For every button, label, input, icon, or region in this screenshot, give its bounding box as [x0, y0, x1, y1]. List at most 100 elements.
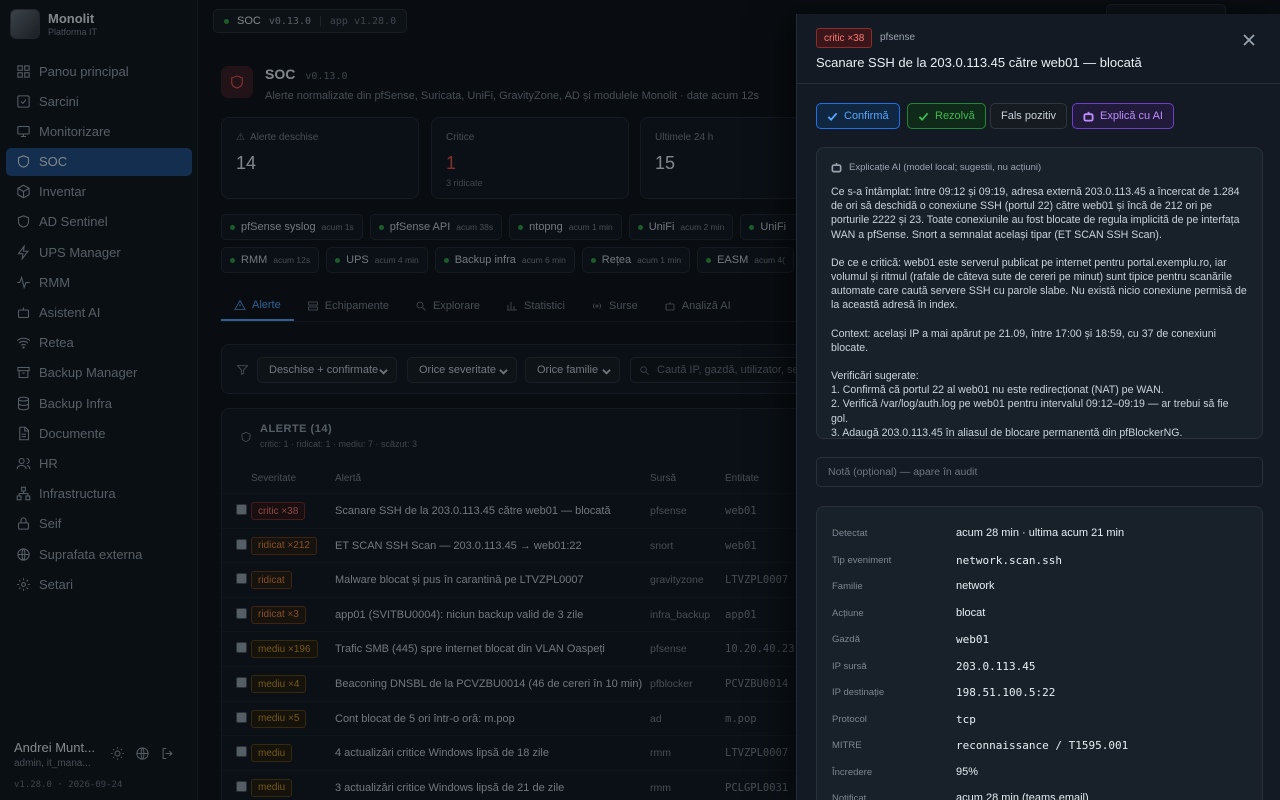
status-dot — [224, 18, 229, 24]
metadata-key: Protocol — [832, 713, 867, 725]
language-globe-icon[interactable] — [135, 746, 150, 764]
note-input[interactable]: Notă (opțional) — apare în audit — [816, 457, 1263, 487]
family-select[interactable]: Orice familie — [525, 357, 620, 383]
theme-toggle-icon[interactable] — [110, 746, 125, 764]
explain-ai-button[interactable]: Explică cu AI — [1072, 103, 1174, 129]
stat-open-alerts[interactable]: ⚠ Alerte deschise 14 — [221, 117, 419, 199]
metadata-value: acum 28 min · ultima acum 21 min — [956, 527, 1125, 539]
sidebar-item-retea[interactable]: Retea — [6, 329, 192, 357]
row-checkbox[interactable] — [236, 711, 247, 723]
metadata-key: IP sursă — [832, 660, 867, 672]
sidebar-item-soc[interactable]: SOC — [6, 147, 192, 176]
column-header-source[interactable]: Sursă — [650, 473, 676, 484]
severity-select[interactable]: Orice severitate — [407, 357, 517, 383]
tab-alerte[interactable]: Alerte — [221, 290, 294, 321]
source-chip[interactable]: EASM acum 4( — [697, 247, 794, 273]
source-chip[interactable]: Rețea acum 1 min — [581, 247, 691, 273]
brand[interactable]: Monolit Platforma IT — [10, 9, 97, 39]
sidebar-item-sarcini[interactable]: Sarcini — [6, 87, 192, 115]
table-row[interactable]: mediu 3 actualizări critice Windows lips… — [222, 769, 822, 800]
table-row[interactable]: mediu 4 actualizări critice Windows lips… — [222, 735, 822, 770]
sidebar-item-ad-sentinel[interactable]: AD Sentinel — [6, 208, 192, 236]
sidebar-item-monitorizare[interactable]: Monitorizare — [6, 117, 192, 145]
sidebar-item-setari[interactable]: Setari — [6, 570, 192, 598]
tab-analiză-ai[interactable]: Analiză AI — [651, 290, 744, 321]
source-chip[interactable]: pfSense API acum 38s — [369, 214, 503, 240]
metadata-value: reconnaissance / T1595.001 — [956, 739, 1129, 752]
page-description: Alerte normalizate din pfSense, Suricata… — [265, 90, 760, 102]
sidebar-item-panou-principal[interactable]: Panou principal — [6, 57, 192, 85]
broadcast-icon — [593, 302, 601, 309]
source-chip[interactable]: UniFi acum 2 min — [628, 214, 734, 240]
status-select[interactable]: Deschise + confirmate — [257, 357, 397, 383]
resolve-button[interactable]: Rezolvă — [907, 103, 986, 129]
sidebar-item-backup-infra[interactable]: Backup Infra — [6, 389, 192, 417]
sidebar-item-inventar[interactable]: Inventar — [6, 178, 192, 206]
metadata-row: Detectat acum 28 min · ultima acum 21 mi… — [817, 521, 1264, 548]
logout-icon[interactable] — [160, 746, 175, 764]
tab-explorare[interactable]: Explorare — [402, 290, 493, 321]
tab-label: Statistici — [524, 299, 566, 312]
page-title: SOC — [265, 66, 296, 82]
stat-critical[interactable]: Critice 1 3 ridicate — [431, 117, 629, 199]
column-header-alert[interactable]: Alertă — [335, 473, 361, 484]
status-dot — [378, 224, 384, 230]
sidebar-item-hr[interactable]: HR — [6, 449, 192, 477]
search-icon — [640, 366, 649, 375]
table-row[interactable]: ridicat Malware blocat și pus în caranti… — [222, 562, 822, 597]
sidebar-item-suprafata-externa[interactable]: Suprafata externa — [6, 540, 192, 568]
source-name: pfSense syslog — [241, 221, 316, 233]
source-chip[interactable]: ntopng acum 1 min — [509, 214, 622, 240]
source-chip[interactable]: RMM acum 12s — [221, 247, 320, 273]
stat-label: Ultimele 24 h — [655, 132, 714, 143]
row-checkbox[interactable] — [236, 642, 247, 654]
source-chip[interactable]: pfSense syslog acum 1s — [221, 214, 363, 240]
alert-title: 4 actualizări critice Windows lipsă de 1… — [335, 747, 549, 760]
alert-source: rmm — [650, 747, 671, 760]
row-checkbox[interactable] — [236, 746, 247, 758]
sidebar-item-ups-manager[interactable]: UPS Manager — [6, 238, 192, 266]
false-positive-button[interactable]: Fals pozitiv — [990, 103, 1068, 129]
sidebar-item-rmm[interactable]: RMM — [6, 268, 192, 296]
sidebar-item-documente[interactable]: Documente — [6, 419, 192, 447]
column-header-severity[interactable]: Severitate — [251, 473, 296, 484]
table-row[interactable]: ridicat ×212 ET SCAN SSH Scan — 203.0.11… — [222, 527, 822, 563]
row-checkbox[interactable] — [236, 538, 247, 550]
sidebar-item-asistent-ai[interactable]: Asistent AI — [6, 299, 192, 327]
table-row[interactable]: mediu ×5 Cont blocat de 5 ori într-o oră… — [222, 700, 822, 736]
warning-icon: ⚠ — [236, 132, 245, 143]
row-checkbox[interactable] — [236, 677, 247, 688]
row-checkbox[interactable] — [236, 504, 247, 515]
tab-statistici[interactable]: Statistici — [493, 290, 578, 321]
alerts-title: ALERTE (14) — [260, 423, 333, 435]
row-checkbox[interactable] — [236, 573, 247, 585]
metadata-key: MITRE — [832, 740, 862, 751]
source-chip[interactable]: UniFi — [740, 214, 796, 240]
row-checkbox[interactable] — [236, 780, 247, 792]
search-icon — [416, 301, 426, 311]
confirm-button[interactable]: Confirmă — [816, 103, 900, 129]
module-indicator[interactable]: SOC v0.13.0 | app v1.28.0 — [213, 9, 408, 33]
row-checkbox[interactable] — [236, 607, 247, 619]
table-row[interactable]: ridicat ×3 app01 (SVITBU0004): niciun ba… — [222, 596, 822, 632]
table-row[interactable]: critic ×38 Scanare SSH de la 203.0.113.4… — [222, 493, 822, 528]
tab-surse[interactable]: Surse — [578, 290, 651, 321]
column-header-entity[interactable]: Entitate — [725, 473, 759, 484]
metadata-value: tcp — [956, 712, 976, 726]
pulse-icon — [16, 275, 31, 290]
close-icon[interactable] — [1243, 34, 1255, 49]
sidebar-item-backup-manager[interactable]: Backup Manager — [6, 359, 192, 387]
tab-echipamente[interactable]: Echipamente — [294, 290, 402, 321]
table-row[interactable]: mediu ×4 Beaconing DNSBL de la PCVZBU001… — [222, 666, 822, 701]
source-chip[interactable]: Backup infra acum 6 min — [434, 247, 575, 273]
database-icon — [16, 396, 31, 411]
sidebar-nav: Panou principal Sarcini Monitorizare SOC… — [6, 57, 192, 600]
sidebar-item-infrastructura[interactable]: Infrastructura — [6, 480, 192, 508]
sidebar-item-seif[interactable]: Seif — [6, 510, 192, 538]
box-icon — [16, 184, 31, 199]
source-name: Rețea — [601, 254, 632, 266]
source-chip[interactable]: UPS acum 4 min — [326, 247, 428, 273]
tab-label: Analiză AI — [681, 299, 731, 312]
table-row[interactable]: mediu ×196 Trafic SMB (445) spre interne… — [222, 631, 822, 666]
severity-badge: mediu ×5 — [251, 709, 307, 728]
